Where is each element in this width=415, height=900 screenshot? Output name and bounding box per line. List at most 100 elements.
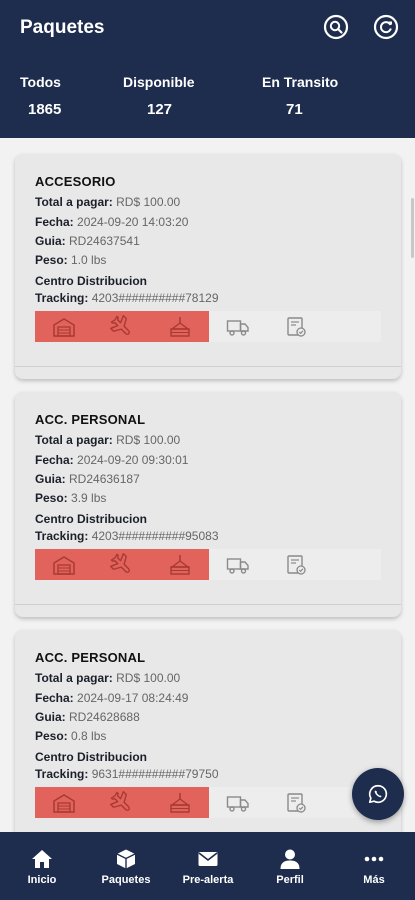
page-title: Paquetes <box>20 17 105 38</box>
peso-value: 1.0 lbs <box>71 253 107 267</box>
package-category: ACCESORIO <box>35 174 116 189</box>
package-icon <box>115 848 137 870</box>
package-card[interactable]: ACC. PERSONAL Total a pagar: RD$ 100.00 … <box>15 392 401 617</box>
fecha-row: Fecha: 2024-09-20 09:30:01 <box>35 453 188 467</box>
status-step <box>93 787 151 818</box>
centro-distribucion: Centro Distribucion <box>35 274 148 288</box>
user-icon <box>279 848 301 870</box>
status-step <box>151 549 209 580</box>
stat-value: 127 <box>147 101 173 118</box>
status-tracker <box>35 311 381 342</box>
guia-value: RD24628688 <box>69 710 140 724</box>
fecha-value: 2024-09-17 08:24:49 <box>77 691 189 705</box>
bottom-navigation: Inicio Paquetes Pre-alerta Perfil Más <box>0 832 415 900</box>
total-value: RD$ 100.00 <box>116 671 181 685</box>
stat-label: Disponible <box>123 74 195 90</box>
tracking-row: Tracking: 4203##########95083 <box>35 529 219 543</box>
package-category: ACC. PERSONAL <box>35 650 146 665</box>
delivered-icon <box>287 316 306 337</box>
mail-icon <box>197 848 219 870</box>
warehouse-icon <box>53 555 75 575</box>
guia-row: Guia: RD24637541 <box>35 234 140 248</box>
stat-en-transito[interactable]: En Transito 71 <box>262 74 338 118</box>
peso-value: 3.9 lbs <box>71 491 107 505</box>
fecha-row: Fecha: 2024-09-20 14:03:20 <box>35 215 188 229</box>
centro-distribucion: Centro Distribucion <box>35 750 148 764</box>
card-divider <box>15 604 401 605</box>
status-tracker <box>35 787 381 818</box>
total-row: Total a pagar: RD$ 100.00 <box>35 433 180 447</box>
hook-icon <box>169 554 191 575</box>
peso-row: Peso: 1.0 lbs <box>35 253 106 267</box>
package-card[interactable]: ACC. PERSONAL Total a pagar: RD$ 100.00 … <box>15 630 401 832</box>
package-list[interactable]: ACCESORIO Total a pagar: RD$ 100.00 Fech… <box>0 138 415 832</box>
status-step <box>209 311 267 342</box>
status-tracker <box>35 549 381 580</box>
tracking-label: Tracking: <box>35 529 89 543</box>
stat-label: En Transito <box>262 74 339 90</box>
package-card[interactable]: ACCESORIO Total a pagar: RD$ 100.00 Fech… <box>15 154 401 379</box>
scrollbar[interactable] <box>411 198 414 258</box>
guia-row: Guia: RD24636187 <box>35 472 140 486</box>
search-icon[interactable] <box>322 13 350 41</box>
plane-icon <box>110 552 130 573</box>
warehouse-icon <box>53 793 75 813</box>
peso-row: Peso: 0.8 lbs <box>35 729 106 743</box>
delivered-icon <box>287 792 306 813</box>
peso-label: Peso: <box>35 491 68 505</box>
total-label: Total a pagar: <box>35 195 113 209</box>
plane-icon <box>110 790 130 811</box>
fecha-label: Fecha: <box>35 691 74 705</box>
fecha-value: 2024-09-20 09:30:01 <box>77 453 189 467</box>
guia-label: Guia: <box>35 710 66 724</box>
whatsapp-icon <box>368 784 388 804</box>
total-label: Total a pagar: <box>35 671 113 685</box>
tracking-row: Tracking: 4203##########78129 <box>35 291 219 305</box>
tracking-value: 4203##########78129 <box>91 291 219 305</box>
guia-row: Guia: RD24628688 <box>35 710 140 724</box>
stat-disponible[interactable]: Disponible 127 <box>123 74 195 118</box>
total-label: Total a pagar: <box>35 433 113 447</box>
guia-value: RD24637541 <box>69 234 140 248</box>
nav-paquetes[interactable]: Paquetes <box>94 832 158 900</box>
status-step <box>267 787 325 818</box>
total-value: RD$ 100.00 <box>116 433 181 447</box>
peso-row: Peso: 3.9 lbs <box>35 491 106 505</box>
status-step <box>151 787 209 818</box>
fecha-label: Fecha: <box>35 215 74 229</box>
delivered-icon <box>287 554 306 575</box>
guia-label: Guia: <box>35 472 66 486</box>
peso-value: 0.8 lbs <box>71 729 107 743</box>
whatsapp-button[interactable] <box>352 768 404 820</box>
guia-label: Guia: <box>35 234 66 248</box>
refresh-icon[interactable] <box>372 13 400 41</box>
fecha-label: Fecha: <box>35 453 74 467</box>
nav-label: Perfil <box>276 874 304 886</box>
truck-icon <box>226 319 249 336</box>
stat-todos[interactable]: Todos 1865 <box>20 74 61 118</box>
status-step <box>93 549 151 580</box>
status-step <box>151 311 209 342</box>
hook-icon <box>169 792 191 813</box>
nav-label: Pre-alerta <box>182 874 234 886</box>
nav-label: Paquetes <box>101 874 151 886</box>
card-divider <box>15 366 401 367</box>
nav-perfil[interactable]: Perfil <box>268 832 312 900</box>
truck-icon <box>226 557 249 574</box>
status-step <box>35 311 93 342</box>
peso-label: Peso: <box>35 253 68 267</box>
tracking-row: Tracking: 9631##########79750 <box>35 767 219 781</box>
fecha-row: Fecha: 2024-09-17 08:24:49 <box>35 691 188 705</box>
nav-mas[interactable]: Más <box>354 832 394 900</box>
status-step <box>209 787 267 818</box>
tracking-value: 4203##########95083 <box>91 529 219 543</box>
nav-pre-alerta[interactable]: Pre-alerta <box>176 832 240 900</box>
nav-inicio[interactable]: Inicio <box>20 832 64 900</box>
status-step <box>209 549 267 580</box>
status-step <box>35 549 93 580</box>
plane-icon <box>110 314 130 335</box>
tracking-label: Tracking: <box>35 291 89 305</box>
app-header: Paquetes Todos 1865 Disponible 127 En Tr… <box>0 0 415 138</box>
stat-value: 1865 <box>28 101 62 118</box>
nav-label: Inicio <box>27 874 57 886</box>
